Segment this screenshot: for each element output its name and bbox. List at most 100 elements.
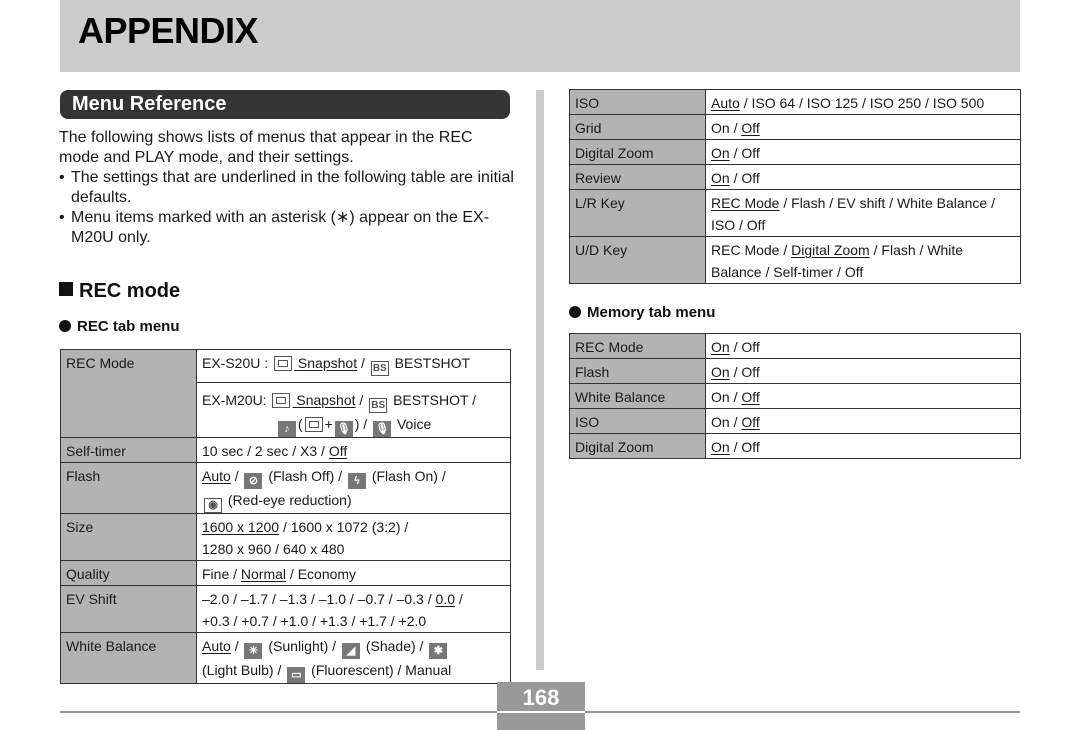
row-value: EX-M20U: Snapshot / BS BESTSHOT / ♪(+ 🎙) …: [196, 382, 511, 438]
table-row: REC Mode EX-S20U : Snapshot / BS BESTSHO…: [60, 349, 511, 438]
snapshot-icon: [274, 356, 293, 371]
option-off: Off: [741, 339, 760, 355]
table-row: Digital Zoom On / Off: [569, 139, 1021, 165]
table-row: Flash Auto / ⊘ (Flash Off) / ϟ (Flash On…: [60, 462, 511, 514]
row-label: White Balance: [60, 632, 197, 684]
row-value: EX-S20U : Snapshot / BS BESTSHOT: [196, 349, 511, 383]
table-row: Review On / Off: [569, 164, 1021, 190]
table-row: Quality Fine / Normal / Economy: [60, 560, 511, 586]
table-row: U/D Key REC Mode / Digital Zoom / Flash …: [569, 236, 1021, 284]
page-number: 168: [522, 685, 560, 710]
table-row: White Balance Auto / ☀ (Sunlight) / ◢ (S…: [60, 632, 511, 684]
option-on: On: [711, 339, 730, 355]
row-value: 1600 x 1200 / 1600 x 1072 (3:2) /1280 x …: [196, 513, 511, 561]
rec-tab-heading: REC tab menu: [59, 318, 180, 335]
rec-tab-table: REC Mode EX-S20U : Snapshot / BS BESTSHO…: [60, 349, 511, 684]
row-label: Grid: [569, 114, 706, 140]
memory-tab-table: REC Mode On / Off Flash On / Off White Balan…: [569, 333, 1021, 459]
row-value: –2.0 / –1.7 / –1.3 / –1.0 / –0.7 / –0.3 …: [196, 585, 511, 633]
row-label: Digital Zoom: [569, 433, 706, 459]
circle-bullet-icon: [59, 320, 71, 332]
row-label: ISO: [569, 408, 706, 434]
row-label: ISO: [569, 89, 706, 115]
row-value: On / Off: [705, 114, 1021, 140]
column-divider: [536, 90, 544, 670]
intro-bullet: The settings that are underlined in the …: [59, 168, 514, 208]
row-value: Auto / ⊘ (Flash Off) / ϟ (Flash On) / ◉ …: [196, 462, 511, 514]
row-label: EV Shift: [60, 585, 197, 633]
row-label: Flash: [60, 462, 197, 514]
row-label: Size: [60, 513, 197, 561]
row-value: Auto / ☀ (Sunlight) / ◢ (Shade) / ✱ (Lig…: [196, 632, 511, 684]
row-value: Auto / ISO 64 / ISO 125 / ISO 250 / ISO …: [705, 89, 1021, 115]
section-title: Menu Reference: [72, 93, 227, 115]
intro-bullet: Menu items marked with an asterisk (∗) a…: [59, 208, 514, 248]
circle-bullet-icon: [569, 306, 581, 318]
row-value: On / Off: [705, 358, 1021, 384]
table-row: ISO On / Off: [569, 408, 1021, 434]
flash-on-icon: ϟ: [347, 473, 366, 489]
light-bulb-icon: ✱: [429, 643, 448, 659]
table-row: Flash On / Off: [569, 358, 1021, 384]
row-label: White Balance: [569, 383, 706, 409]
page-number-divider: [497, 711, 585, 713]
red-eye-icon: ◉: [204, 498, 222, 513]
square-bullet-icon: [59, 282, 73, 296]
row-value: On / Off: [705, 383, 1021, 409]
memory-tab-heading: Memory tab menu: [569, 304, 715, 321]
option-off: Off: [741, 439, 760, 455]
section-title-bar: Menu Reference: [60, 90, 510, 119]
row-value: On / Off: [705, 333, 1021, 359]
table-row: L/R Key REC Mode / Flash / EV shift / Wh…: [569, 189, 1021, 237]
table-row: White Balance On / Off: [569, 383, 1021, 409]
row-label: Digital Zoom: [569, 139, 706, 165]
table-row: Grid On / Off: [569, 114, 1021, 140]
page-number-box: 168: [497, 682, 585, 730]
row-label: L/R Key: [569, 189, 706, 237]
bestshot-icon: BS: [370, 361, 389, 376]
intro-paragraph: The following shows lists of menus that …: [59, 129, 473, 166]
option-off: Off: [741, 414, 760, 430]
row-label: U/D Key: [569, 236, 706, 284]
table-row: REC Mode On / Off: [569, 333, 1021, 359]
shade-icon: ◢: [341, 643, 360, 659]
table-row: ISO Auto / ISO 64 / ISO 125 / ISO 250 / …: [569, 89, 1021, 115]
row-label: Flash: [569, 358, 706, 384]
flash-off-icon: ⊘: [244, 473, 263, 489]
table-row: EV Shift –2.0 / –1.7 / –1.3 / –1.0 / –0.…: [60, 585, 511, 633]
row-value: Fine / Normal / Economy: [196, 560, 511, 586]
row-value: On / Off: [705, 139, 1021, 165]
table-row: Size 1600 x 1200 / 1600 x 1072 (3:2) /12…: [60, 513, 511, 561]
microphone-icon: 🎙: [373, 421, 392, 437]
row-label: REC Mode: [569, 333, 706, 359]
snapshot-icon: [304, 417, 323, 432]
option-on: On: [711, 389, 730, 405]
row-value: 10 sec / 2 sec / X3 / Off: [196, 437, 511, 463]
snapshot-icon: [272, 393, 291, 408]
table-row: Self-timer 10 sec / 2 sec / X3 / Off: [60, 437, 511, 463]
sunlight-icon: ☀: [244, 643, 263, 659]
option-off: Off: [741, 389, 760, 405]
option-on: On: [711, 439, 730, 455]
option-off: Off: [741, 364, 760, 380]
intro-bullets: The settings that are underlined in the …: [59, 168, 514, 248]
row-label: Quality: [60, 560, 197, 586]
row-value: On / Off: [705, 408, 1021, 434]
rec-tab-table-continued: ISO Auto / ISO 64 / ISO 125 / ISO 250 / …: [569, 89, 1021, 284]
microphone-icon: 🎙: [334, 421, 353, 437]
row-label: REC Mode: [60, 349, 197, 438]
row-label: Review: [569, 164, 706, 190]
row-value: REC Mode / Digital Zoom / Flash / White …: [705, 236, 1021, 284]
page-title: APPENDIX: [78, 10, 259, 51]
fluorescent-icon: ▭: [287, 667, 306, 683]
bestshot-icon: BS: [369, 398, 388, 413]
row-value: REC Mode / Flash / EV shift / White Bala…: [705, 189, 1021, 237]
intro-text: The following shows lists of menus that …: [59, 128, 514, 248]
rec-mode-heading: REC mode: [59, 280, 180, 303]
option-on: On: [711, 414, 730, 430]
option-on: On: [711, 364, 730, 380]
movie-audio-snapshot-icon: ♪: [277, 421, 296, 437]
row-label: Self-timer: [60, 437, 197, 463]
row-value: On / Off: [705, 164, 1021, 190]
table-row: Digital Zoom On / Off: [569, 433, 1021, 459]
